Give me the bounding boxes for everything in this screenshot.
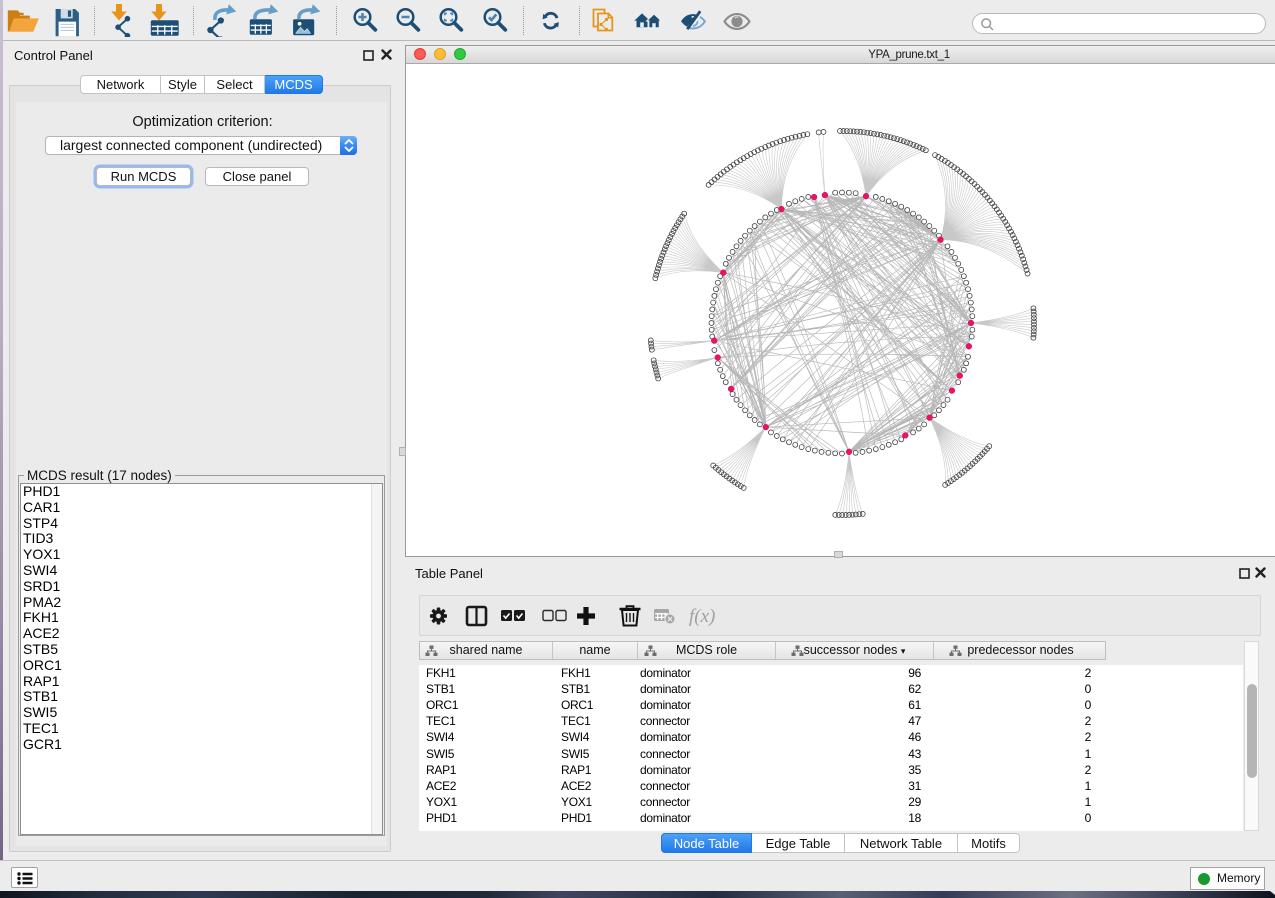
svg-text:f(x): f(x) <box>689 606 715 627</box>
